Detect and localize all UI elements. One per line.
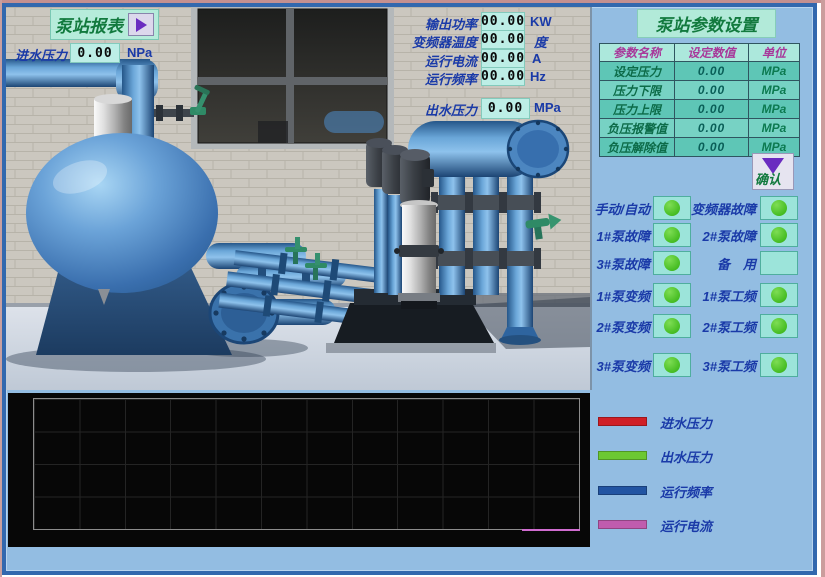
param-unit: MPa (749, 100, 800, 119)
trend-chart (8, 393, 590, 547)
status-label: 变频器故障 (668, 199, 756, 218)
status-lamp-pump1-mains (760, 283, 798, 307)
running-current-unit: A (532, 51, 541, 66)
status-label: 2#泵变频 (586, 317, 650, 336)
outlet-pressure-label: 出水压力 (403, 100, 477, 119)
trend-plot-area (33, 398, 580, 530)
output-power-unit: KW (530, 14, 552, 29)
status-label: 1#泵故障 (586, 226, 650, 245)
status-lamp-pump3-mains (760, 353, 798, 377)
inlet-pressure-unit: NPa (127, 45, 152, 60)
running-current-label: 运行电流 (397, 51, 477, 70)
status-label: 3#泵变频 (586, 356, 650, 375)
inverter-temp-unit: 度 (534, 32, 547, 51)
report-button[interactable]: 泵站报表 (50, 9, 159, 40)
lamp-icon (771, 287, 787, 303)
inlet-pressure-label: 进水压力 (15, 45, 67, 64)
param-value[interactable]: 0.00 (675, 81, 749, 100)
param-value[interactable]: 0.00 (675, 62, 749, 81)
legend-label: 进水压力 (660, 413, 712, 432)
inverter-temp-label: 变频器温度 (397, 32, 477, 51)
pump-station-3d-scene: 泵站报表 进水压力 0.00 NPa 输出功率 00.00 KW 变频器温度 0… (6, 7, 592, 390)
status-label: 备 用 (668, 254, 756, 273)
status-lamp-spare (760, 251, 798, 275)
report-button-label: 泵站报表 (55, 12, 123, 37)
param-unit: MPa (749, 119, 800, 138)
lamp-icon (771, 200, 787, 216)
running-frequency-label: 运行频率 (397, 69, 477, 88)
legend-swatch-running-current (598, 520, 647, 529)
confirm-button-label: 确认 (755, 169, 781, 188)
param-name: 压力上限 (600, 100, 675, 119)
param-unit: MPa (749, 62, 800, 81)
status-label: 2#泵故障 (668, 226, 756, 245)
status-label: 手动/自动 (586, 199, 650, 218)
inlet-pressure-value: 0.00 (70, 43, 120, 63)
status-label: 2#泵工频 (668, 317, 756, 336)
col-header-param: 参数名称 (600, 44, 675, 62)
param-name: 压力下限 (600, 81, 675, 100)
status-label: 3#泵工频 (668, 356, 756, 375)
hmi-screen: 泵站报表 进水压力 0.00 NPa 输出功率 00.00 KW 变频器温度 0… (2, 3, 817, 575)
window (191, 7, 394, 149)
trend-line-running-current (522, 529, 580, 531)
inverter-temp-value: 00.00 (481, 30, 525, 49)
status-label: 1#泵变频 (586, 286, 650, 305)
lamp-icon (771, 227, 787, 243)
legend-label: 出水压力 (660, 447, 712, 466)
running-frequency-unit: Hz (530, 69, 546, 84)
status-label: 3#泵故障 (586, 254, 650, 273)
confirm-button[interactable]: 确认 (752, 153, 794, 190)
settings-table: 参数名称 设定数值 单位 设定压力 0.00 MPa 压力下限 0.00 MPa… (599, 43, 800, 157)
status-lamp-pump2-mains (760, 314, 798, 338)
output-power-label: 输出功率 (397, 14, 477, 33)
legend-swatch-running-frequency (598, 486, 647, 495)
running-current-value: 00.00 (481, 49, 525, 68)
param-value[interactable]: 0.00 (675, 138, 749, 157)
legend-label: 运行频率 (660, 482, 712, 501)
status-lamp-inverter-fault (760, 196, 798, 220)
report-open-button[interactable] (128, 13, 154, 36)
param-name: 负压解除值 (600, 138, 675, 157)
col-header-unit: 单位 (749, 44, 800, 62)
output-power-value: 00.00 (481, 12, 525, 31)
legend-label: 运行电流 (660, 516, 712, 535)
running-frequency-value: 00.00 (481, 67, 525, 86)
outlet-pressure-unit: MPa (534, 100, 561, 115)
param-value[interactable]: 0.00 (675, 100, 749, 119)
param-value[interactable]: 0.00 (675, 119, 749, 138)
param-name: 负压报警值 (600, 119, 675, 138)
lamp-icon (771, 318, 787, 334)
status-lamp-pump2-fault (760, 223, 798, 247)
lamp-icon (771, 357, 787, 373)
status-label: 1#泵工频 (668, 286, 756, 305)
outlet-pressure-value: 0.00 (481, 98, 530, 119)
legend-swatch-inlet-pressure (598, 417, 647, 426)
col-header-value: 设定数值 (675, 44, 749, 62)
settings-panel-title: 泵站参数设置 (637, 9, 776, 38)
play-icon (136, 18, 147, 32)
param-name: 设定压力 (600, 62, 675, 81)
legend-swatch-outlet-pressure (598, 451, 647, 460)
frame-edge-right (821, 0, 825, 577)
param-unit: MPa (749, 81, 800, 100)
